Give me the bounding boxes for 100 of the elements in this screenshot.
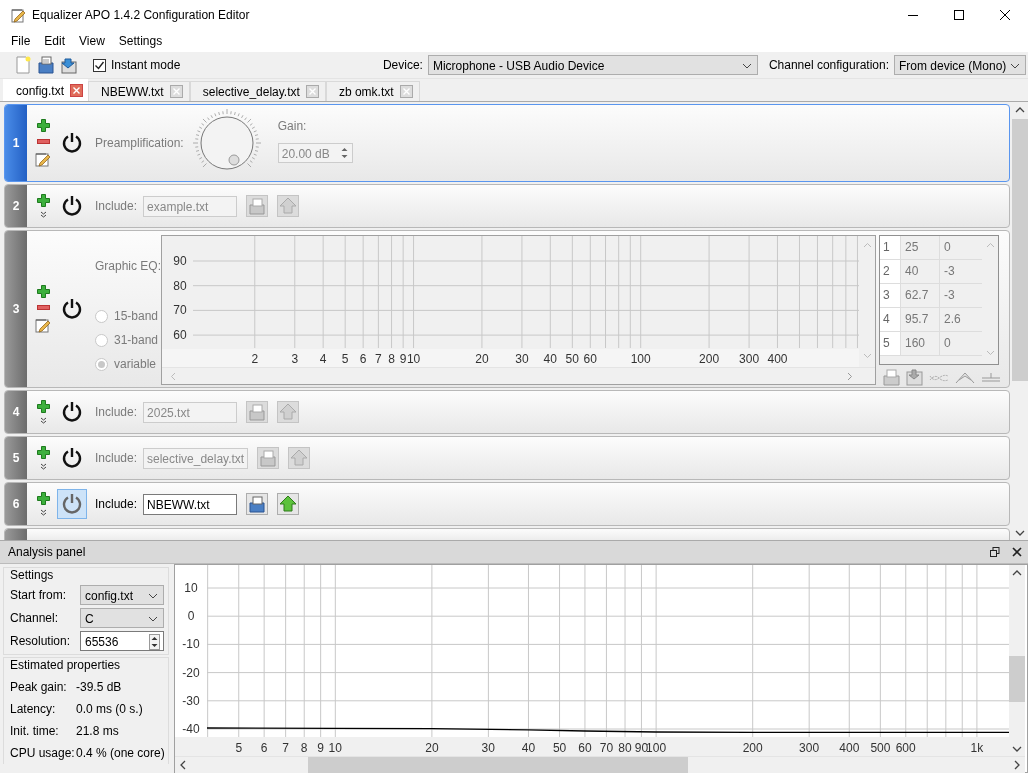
table-cell: 95.7 [900,308,939,331]
minus-icon[interactable] [36,139,50,144]
caret-icon[interactable] [148,593,158,599]
include-file-field[interactable]: NBEWW.txt [143,493,238,515]
caret-icon[interactable] [741,63,752,69]
filter-number[interactable]: 3 [5,231,27,387]
scroll-thumb[interactable] [1009,656,1025,702]
expand-icon[interactable] [39,509,47,516]
caret-icon[interactable] [148,616,158,622]
filter-number[interactable]: 2 [5,185,27,227]
table-cell: -3 [939,284,978,307]
checkbox[interactable] [93,58,106,72]
radio-label[interactable]: variable [114,357,157,371]
plus-icon[interactable] [36,194,50,207]
window-title: Equalizer APO 1.4.2 Configuration Editor [32,8,251,22]
scroll-down-icon[interactable] [1012,746,1022,753]
scroll-thumb[interactable] [308,756,688,773]
panel-title: Analysis panel [8,545,86,559]
tick-label: 80 [173,278,187,293]
file-tab[interactable]: config.txt [3,79,89,101]
filter-number[interactable]: 4 [5,391,27,433]
tick-label: 30 [515,352,529,366]
minus-icon[interactable] [36,305,50,310]
tick-label: 6 [359,352,367,366]
row-number: 2 [880,260,900,283]
save-file-button[interactable] [246,493,269,515]
close-icon[interactable] [1012,547,1022,557]
import-icon[interactable] [906,369,923,386]
filter-number[interactable]: 5 [5,437,27,479]
tick-label: 2 [251,352,259,366]
scroll-left-icon[interactable] [179,760,186,770]
expand-icon[interactable] [39,463,47,470]
save-icon[interactable] [37,56,55,74]
file-tab[interactable]: zb omk.txt [325,81,420,101]
plus-icon[interactable] [36,446,50,459]
plus-icon[interactable] [36,119,50,132]
close-icon[interactable] [1000,10,1010,20]
channel-configuration-label: Channel configuration: [768,58,889,72]
save-as-icon[interactable] [60,56,78,74]
table-cell: -3 [939,260,978,283]
scroll-right-icon[interactable] [1014,760,1021,770]
row-number: 5 [880,332,900,355]
filter-number[interactable]: 6 [5,483,27,525]
channel-configuration-dropdown[interactable]: From device (Mono) [894,55,1026,75]
table-cell: 62.7 [900,284,939,307]
radio-label[interactable]: 15-band [114,309,159,323]
notepad-icon[interactable] [35,151,51,167]
tick-label: 80 [618,741,632,755]
plus-icon[interactable] [36,492,50,505]
notepad-icon [10,7,26,23]
channel-dropdown[interactable]: C [80,608,164,628]
checkbox-label[interactable]: Instant mode [111,58,181,72]
open-file-button[interactable] [277,493,300,515]
filter-number[interactable]: 1 [5,105,27,181]
table-cell: 160 [900,332,939,355]
maximize-icon[interactable] [954,10,964,20]
tick-label: 100 [646,741,667,755]
device-dropdown[interactable]: Microphone - USB Audio Device [427,55,758,75]
scroll-up-icon[interactable] [1012,569,1022,576]
tick-label: 5 [235,741,243,755]
menu-item[interactable]: File [4,32,38,50]
tick-label: 500 [870,741,891,755]
tick-label: 30 [481,741,495,755]
start-from-dropdown[interactable]: config.txt [80,585,164,605]
file-tab[interactable]: selective_delay.txt [189,81,326,101]
tick-label: 9 [399,352,407,366]
preamplification-label: Preamplification: [95,136,184,150]
tick-label: 50 [552,741,567,755]
plus-icon[interactable] [36,400,50,413]
scroll-down-icon[interactable] [1015,530,1025,537]
tick-label: 600 [895,741,916,755]
resolution-spinbox[interactable]: 65536 [80,631,164,651]
tick-label: 60 [578,741,592,755]
radio-button[interactable] [95,333,108,347]
scroll-thumb[interactable] [1012,119,1028,381]
menu-item[interactable]: View [72,32,112,50]
spin-arrows-icon[interactable] [339,146,349,160]
restore-icon[interactable] [990,547,1000,557]
table-cell: 0 [939,236,978,259]
menu-item[interactable]: Settings [111,32,170,50]
file-tab[interactable]: NBEWW.txt [88,81,190,101]
expand-icon[interactable] [39,211,47,218]
gain-label: Gain: [277,119,308,133]
caret-icon[interactable] [1010,63,1020,69]
scroll-up-icon[interactable] [1015,106,1025,113]
minimize-icon[interactable] [908,14,918,16]
radio-button[interactable] [95,357,108,371]
table-cell: 2.6 [939,308,978,331]
radio-button[interactable] [95,309,108,323]
notepad-icon[interactable] [35,317,51,333]
scrollbar[interactable] [175,756,1025,773]
radio-label[interactable]: 31-band [114,333,159,347]
spin-arrows-icon[interactable] [149,634,160,650]
expand-icon[interactable] [39,417,47,424]
scrollbar[interactable] [1009,565,1025,756]
table-cell: 25 [900,236,939,259]
table-cell: 40 [900,260,939,283]
tick-label: 50 [565,352,579,366]
menu-item[interactable]: Edit [37,32,73,50]
plus-icon[interactable] [36,285,50,298]
